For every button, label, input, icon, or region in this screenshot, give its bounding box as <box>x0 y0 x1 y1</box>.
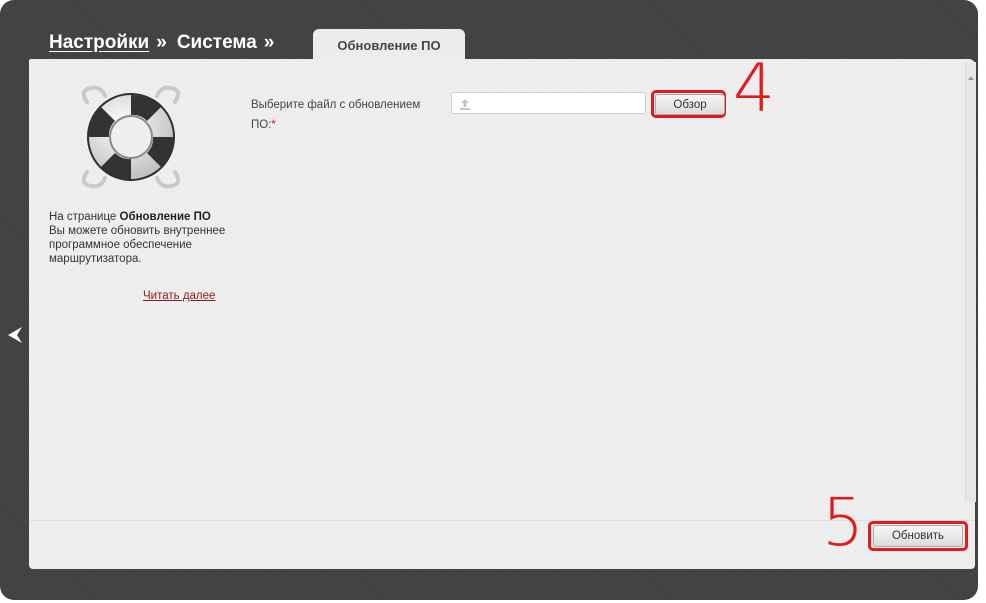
scrollbar[interactable] <box>965 62 976 502</box>
description-prefix: На странице <box>49 211 120 223</box>
upload-icon <box>460 99 470 110</box>
read-more-link[interactable]: Читать далее <box>143 290 215 302</box>
firmware-file-input[interactable] <box>451 92 646 114</box>
description-page-name: Обновление ПО <box>119 211 211 223</box>
page-description: На странице Обновление ПО Вы можете обно… <box>49 210 229 266</box>
description-suffix: Вы можете обновить внутреннее программно… <box>49 225 226 265</box>
file-select-label: Выберите файл с обновлением ПО:* <box>251 95 441 135</box>
breadcrumb: Настройки » Система » <box>49 32 284 58</box>
required-mark: * <box>271 119 276 131</box>
tab-firmware-update[interactable]: Обновление ПО <box>313 29 465 62</box>
breadcrumb-system[interactable]: Система <box>177 32 257 54</box>
breadcrumb-separator: » <box>156 32 167 53</box>
update-button[interactable]: Обновить <box>873 525 963 547</box>
collapse-sidebar-arrow-icon[interactable] <box>5 324 25 346</box>
lifebuoy-icon <box>81 85 181 189</box>
scroll-up-arrow-icon[interactable] <box>966 68 976 88</box>
browse-button[interactable]: Обзор <box>655 94 725 115</box>
file-select-label-text: Выберите файл с обновлением ПО: <box>251 99 421 131</box>
step-annotation-5: 5 <box>822 484 864 561</box>
step-annotation-4: 4 <box>733 50 775 127</box>
breadcrumb-settings[interactable]: Настройки <box>49 32 149 54</box>
breadcrumb-separator: » <box>263 32 275 53</box>
